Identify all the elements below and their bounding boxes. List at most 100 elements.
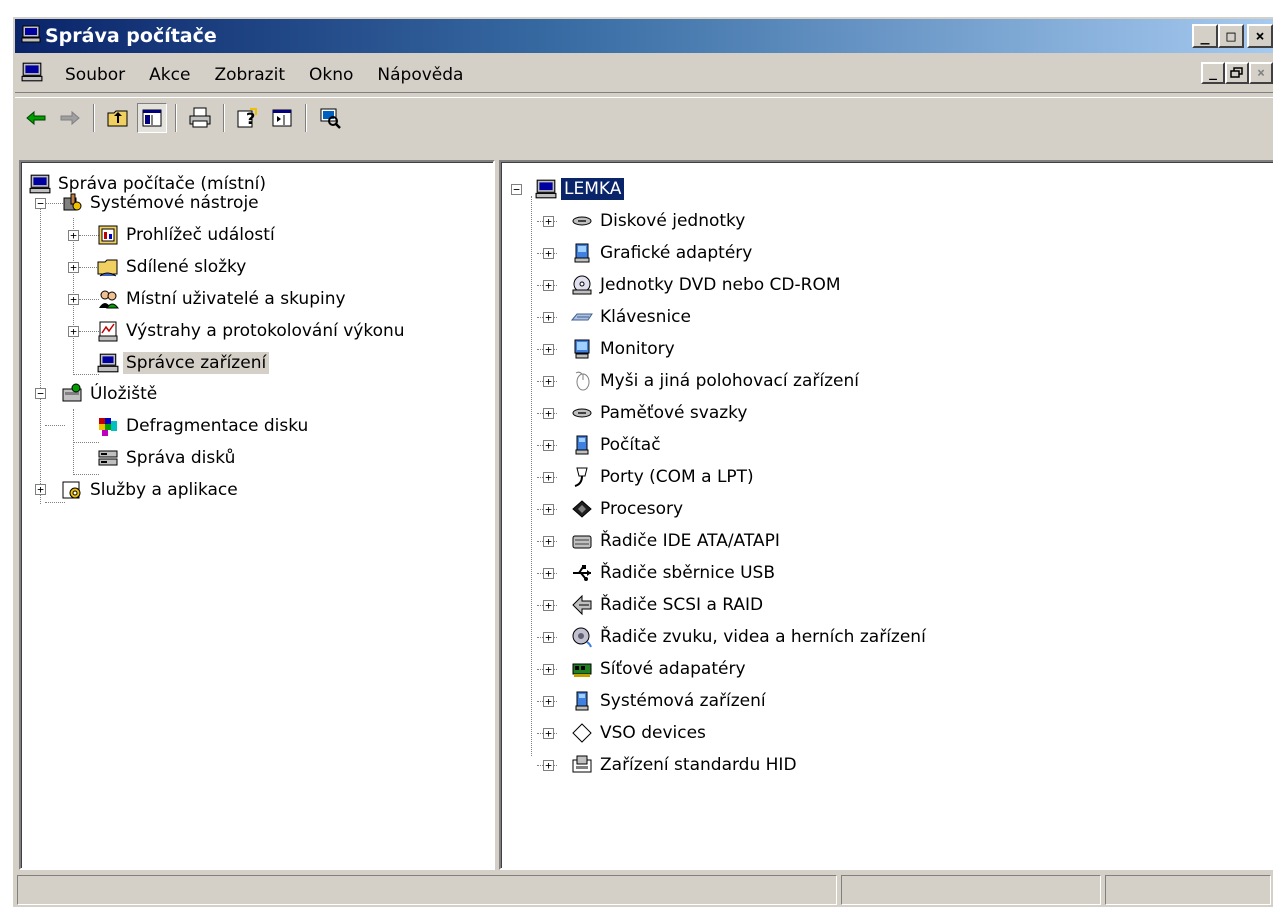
system-device-icon [571, 690, 593, 712]
tree-node-defrag[interactable]: Defragmentace disku [97, 412, 311, 440]
device-tree-root[interactable]: LEMKA [535, 175, 625, 203]
expand-toggle[interactable]: + [68, 294, 79, 305]
device-category-item[interactable]: Zařízení standardu HID [571, 751, 800, 779]
device-category-label: Řadiče SCSI a RAID [600, 595, 764, 615]
device-category-item[interactable]: Paměťové svazky [571, 399, 750, 427]
expand-toggle[interactable]: + [543, 664, 554, 675]
expand-toggle[interactable]: + [543, 536, 554, 547]
expand-toggle[interactable]: + [543, 376, 554, 387]
device-category-item[interactable]: Monitory [571, 335, 678, 363]
expand-toggle[interactable]: + [543, 280, 554, 291]
console-tree-pane[interactable]: Správa počítače (místní) − Systémové nás… [19, 160, 495, 870]
expand-toggle[interactable]: + [543, 568, 554, 579]
scan-hardware-button[interactable] [315, 103, 345, 133]
device-category-item[interactable]: Jednotky DVD nebo CD-ROM [571, 271, 844, 299]
action-pane-icon [272, 109, 292, 126]
device-category-item[interactable]: Počítač [571, 431, 664, 459]
tree-node-performance-logs[interactable]: Výstrahy a protokolování výkonu [97, 317, 408, 345]
device-category-item[interactable]: Řadiče zvuku, videa a herních zařízení [571, 623, 929, 651]
device-category-item[interactable]: Řadiče sběrnice USB [571, 559, 778, 587]
cdrom-icon [571, 274, 593, 296]
close-button[interactable]: × [1247, 24, 1273, 48]
menu-action[interactable]: Akce [137, 65, 202, 85]
collapse-toggle[interactable]: − [511, 184, 522, 195]
expand-toggle[interactable]: + [543, 216, 554, 227]
expand-toggle[interactable]: + [68, 326, 79, 337]
menu-file[interactable]: Soubor [53, 65, 137, 85]
mouse-icon [571, 370, 593, 392]
action-pane-button[interactable] [267, 103, 297, 133]
tree-label: LEMKA [561, 178, 625, 200]
expand-toggle[interactable]: + [68, 230, 79, 241]
collapse-toggle[interactable]: − [35, 198, 46, 209]
disk-drive-icon [571, 210, 593, 232]
mdi-restore-button[interactable] [1225, 62, 1249, 84]
collapse-toggle[interactable]: − [35, 388, 46, 399]
tree-node-device-manager[interactable]: Správce zařízení [97, 349, 270, 377]
expand-toggle[interactable]: + [35, 484, 46, 495]
device-category-item[interactable]: Porty (COM a LPT) [571, 463, 757, 491]
show-hide-tree-button[interactable] [137, 102, 167, 133]
toolbar-separator [93, 103, 95, 132]
status-cell-secondary [841, 875, 1101, 905]
device-category-item[interactable]: Grafické adaptéry [571, 239, 755, 267]
device-category-item[interactable]: Myši a jiná polohovací zařízení [571, 367, 862, 395]
expand-toggle[interactable]: + [543, 696, 554, 707]
print-button[interactable] [185, 103, 215, 133]
title-bar[interactable]: Správa počítače _ □ × [15, 19, 1273, 53]
device-category-item[interactable]: Diskové jednotky [571, 207, 748, 235]
device-category-item[interactable]: Procesory [571, 495, 686, 523]
device-category-label: Síťové adapatéry [600, 659, 746, 679]
device-category-item[interactable]: Řadiče SCSI a RAID [571, 591, 766, 619]
tree-label: Prohlížeč událostí [126, 225, 275, 245]
expand-toggle[interactable]: + [543, 248, 554, 259]
expand-toggle[interactable]: + [543, 632, 554, 643]
menu-window[interactable]: Okno [297, 65, 365, 85]
maximize-button[interactable]: □ [1218, 24, 1244, 48]
device-category-item[interactable]: VSO devices [571, 719, 709, 747]
device-category-item[interactable]: Řadiče IDE ATA/ATAPI [571, 527, 783, 555]
expand-toggle[interactable]: + [543, 600, 554, 611]
help-button[interactable]: ? [233, 103, 263, 133]
minimize-button[interactable]: _ [1192, 24, 1218, 48]
device-category-label: Procesory [600, 499, 684, 519]
expand-toggle[interactable]: + [543, 312, 554, 323]
expand-toggle[interactable]: + [543, 440, 554, 451]
tree-node-event-viewer[interactable]: Prohlížeč událostí [97, 221, 278, 249]
tree-node-local-users[interactable]: Místní uživatelé a skupiny [97, 285, 349, 313]
tree-node-shared-folders[interactable]: Sdílené složky [97, 253, 249, 281]
device-tree-pane[interactable]: − LEMKA + Diskové jednotky + Grafické adapt… [499, 160, 1273, 870]
sound-icon [571, 626, 593, 648]
expand-toggle[interactable]: + [68, 262, 79, 273]
mmc-window: Správa počítače _ □ × Soubor Akce Zobraz… [11, 15, 1273, 907]
device-category-item[interactable]: Systémová zařízení [571, 687, 769, 715]
expand-toggle[interactable]: + [543, 760, 554, 771]
device-category-item[interactable]: Klávesnice [570, 303, 694, 331]
tree-node-system-tools[interactable]: Systémové nástroje [61, 189, 262, 217]
console-tree-icon [142, 109, 162, 126]
tree-label: Systémové nástroje [90, 193, 259, 213]
forward-button[interactable] [55, 103, 85, 133]
tree-label: Defragmentace disku [126, 416, 309, 436]
expand-toggle[interactable]: + [543, 472, 554, 483]
services-icon [61, 479, 83, 501]
up-one-level-button[interactable] [103, 103, 133, 133]
expand-toggle[interactable]: + [543, 504, 554, 515]
toolbar: ? [15, 97, 1273, 137]
menu-help[interactable]: Nápověda [365, 65, 475, 85]
mdi-minimize-button[interactable]: _ [1201, 62, 1225, 84]
tree-node-services[interactable]: Služby a aplikace [61, 476, 241, 504]
child-window-icon[interactable] [21, 61, 43, 88]
expand-toggle[interactable]: + [543, 408, 554, 419]
device-manager-icon [97, 352, 119, 374]
expand-toggle[interactable]: + [543, 728, 554, 739]
back-button[interactable] [21, 103, 51, 133]
device-category-item[interactable]: Síťové adapatéry [571, 655, 749, 683]
computer-management-icon [21, 24, 41, 49]
mdi-close-button[interactable]: × [1249, 62, 1273, 84]
expand-toggle[interactable]: + [543, 344, 554, 355]
device-category-label: Systémová zařízení [600, 691, 766, 711]
tree-node-storage[interactable]: Úložiště [61, 380, 160, 408]
tree-node-disk-management[interactable]: Správa disků [97, 444, 238, 472]
menu-view[interactable]: Zobrazit [202, 65, 297, 85]
